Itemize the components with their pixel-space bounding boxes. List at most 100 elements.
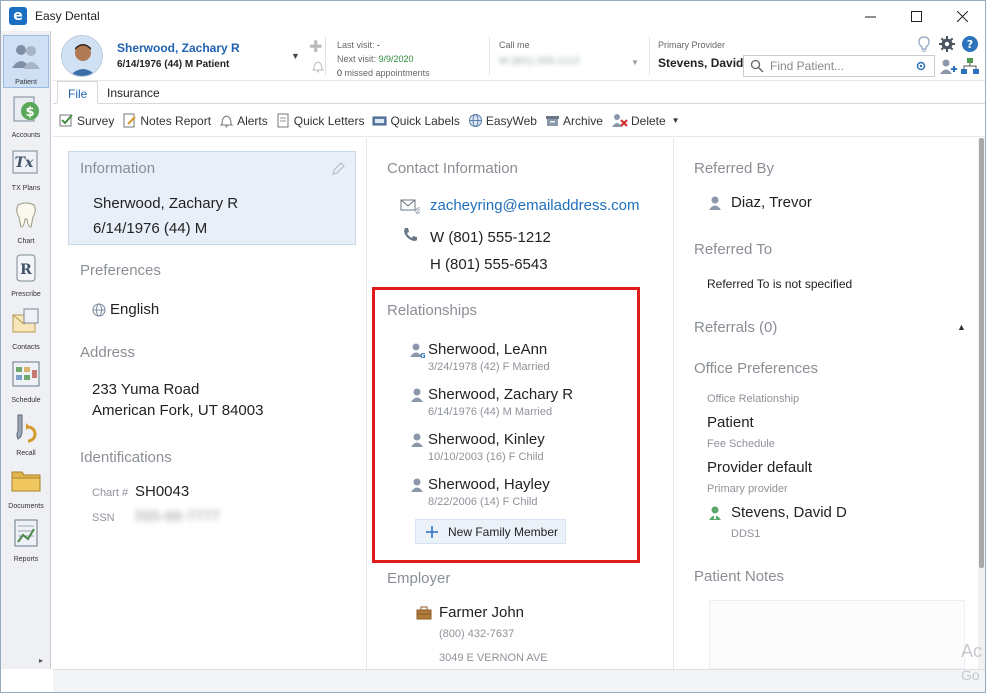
search-icon bbox=[750, 59, 764, 73]
header-divider bbox=[649, 37, 650, 75]
nav-contacts[interactable]: Contacts bbox=[3, 301, 49, 354]
close-button[interactable] bbox=[939, 1, 985, 31]
next-visit-value[interactable]: 9/9/2020 bbox=[379, 54, 414, 64]
left-nav: Patient $ Accounts Tx TX Plans Chart R P… bbox=[1, 31, 51, 669]
module-tabs: File Insurance bbox=[53, 81, 985, 104]
app-window: e Easy Dental Patient $ Accounts Tx TX P… bbox=[0, 0, 986, 693]
nav-label: Recall bbox=[16, 450, 36, 457]
information-title: Information bbox=[80, 160, 156, 177]
plus-icon bbox=[426, 525, 438, 538]
email-link[interactable]: zacheyring@emailaddress.com bbox=[430, 197, 639, 214]
patient-notes-area[interactable] bbox=[709, 600, 965, 669]
quick-letters-button[interactable]: Quick Letters bbox=[276, 113, 364, 128]
referred-to-value: Referred To is not specified bbox=[707, 277, 853, 291]
nav-label: TX Plans bbox=[11, 185, 41, 192]
help-icon[interactable]: ? bbox=[959, 35, 981, 53]
edit-pencil-icon[interactable] bbox=[331, 162, 345, 176]
family-member-name[interactable]: Sherwood, LeAnn bbox=[428, 341, 547, 358]
home-phone: H (801) 555-6543 bbox=[430, 256, 548, 273]
nav-recall[interactable]: Recall bbox=[3, 407, 49, 460]
patient-notes-title: Patient Notes bbox=[694, 568, 785, 585]
bell-icon bbox=[219, 115, 234, 128]
nav-tx-plans[interactable]: Tx TX Plans bbox=[3, 142, 49, 195]
add-patient-icon[interactable] bbox=[937, 57, 959, 77]
call-me-select[interactable]: W (801) 555-1212 bbox=[499, 56, 641, 74]
new-family-member-label: New Family Member bbox=[448, 524, 559, 539]
work-phone: W (801) 555-1212 bbox=[430, 229, 551, 246]
toolbar: Survey Notes Report Alerts Quick Letters… bbox=[53, 105, 985, 137]
nav-prescribe[interactable]: R Prescribe bbox=[3, 248, 49, 301]
nav-label: Chart bbox=[17, 238, 35, 245]
family-tree-icon[interactable] bbox=[959, 57, 981, 77]
bell-icon[interactable] bbox=[311, 59, 325, 73]
tab-insurance[interactable]: Insurance bbox=[97, 81, 170, 104]
briefcase-icon bbox=[416, 606, 432, 620]
last-visit-value: - bbox=[377, 40, 381, 50]
quick-labels-button[interactable]: Quick Labels bbox=[372, 113, 460, 128]
office-relationship-value: Patient bbox=[707, 414, 754, 431]
delete-button[interactable]: Delete ▼ bbox=[611, 113, 680, 128]
patient-name-link[interactable]: Sherwood, Zachary R bbox=[117, 41, 240, 55]
nav-label: Prescribe bbox=[11, 291, 41, 298]
information-card[interactable]: Information Sherwood, Zachary R 6/14/197… bbox=[68, 151, 356, 245]
nav-accounts[interactable]: $ Accounts bbox=[3, 89, 49, 142]
nav-reports[interactable]: Reports bbox=[3, 513, 49, 566]
easyweb-button[interactable]: EasyWeb bbox=[468, 113, 537, 128]
nav-schedule[interactable]: Schedule bbox=[3, 354, 49, 407]
maximize-icon bbox=[910, 10, 922, 22]
employer-title: Employer bbox=[387, 570, 451, 587]
nav-documents[interactable]: Documents bbox=[3, 460, 49, 513]
patient-dropdown-icon[interactable]: ▼ bbox=[291, 51, 300, 61]
vertical-scrollbar[interactable] bbox=[978, 138, 985, 669]
next-visit-label: Next visit: bbox=[337, 54, 377, 64]
referred-by-name[interactable]: Diaz, Trevor bbox=[731, 194, 812, 211]
find-patient-input[interactable] bbox=[770, 59, 900, 73]
ssn-value: 555-66-7777 bbox=[135, 508, 221, 525]
patient-avatar[interactable] bbox=[61, 35, 103, 77]
patient-search-options-icon[interactable] bbox=[914, 59, 928, 73]
lightbulb-icon[interactable] bbox=[913, 35, 935, 53]
recall-icon bbox=[16, 414, 37, 443]
notes-report-icon bbox=[123, 113, 137, 128]
information-name: Sherwood, Zachary R bbox=[93, 195, 239, 212]
svg-text:$: $ bbox=[25, 105, 34, 120]
checkbox-check-icon bbox=[59, 114, 73, 127]
missed-label: missed appointments bbox=[344, 68, 430, 78]
family-member-name[interactable]: Sherwood, Kinley bbox=[428, 431, 545, 448]
nav-expand-icon[interactable]: ▸ bbox=[39, 656, 43, 665]
primary-provider-label: Primary Provider bbox=[658, 40, 726, 50]
archive-button[interactable]: Archive bbox=[545, 113, 603, 128]
gear-icon[interactable] bbox=[935, 35, 959, 53]
avatar-icon bbox=[62, 36, 102, 76]
information-dob: 6/14/1976 (44) M bbox=[93, 220, 208, 237]
family-member-name[interactable]: Sherwood, Hayley bbox=[428, 476, 550, 493]
top-right-icons: ? bbox=[913, 35, 981, 53]
svg-text:@: @ bbox=[415, 206, 420, 214]
family-member-name[interactable]: Sherwood, Zachary R bbox=[428, 386, 573, 403]
tab-file[interactable]: File bbox=[57, 81, 99, 104]
find-patient-box[interactable] bbox=[743, 55, 935, 77]
collapse-referrals-icon[interactable]: ▲ bbox=[957, 322, 966, 332]
maximize-button[interactable] bbox=[893, 1, 939, 31]
prescribe-icon: R bbox=[16, 254, 36, 282]
email-icon: @ bbox=[400, 199, 420, 214]
nav-chart[interactable]: Chart bbox=[3, 195, 49, 248]
chart-number-label: Chart # bbox=[92, 487, 129, 499]
globe-icon bbox=[92, 303, 106, 317]
alerts-button[interactable]: Alerts bbox=[219, 113, 268, 128]
identifications-title: Identifications bbox=[80, 449, 172, 466]
call-me-dropdown-icon[interactable]: ▼ bbox=[631, 58, 639, 67]
notes-report-label: Notes Report bbox=[140, 113, 212, 128]
notes-report-button[interactable]: Notes Report bbox=[122, 113, 211, 128]
add-appointment-icon[interactable]: ✚ bbox=[309, 37, 322, 57]
minimize-button[interactable] bbox=[847, 1, 893, 31]
primary-provider-name[interactable]: Stevens, David D bbox=[731, 504, 847, 521]
survey-button[interactable]: Survey bbox=[59, 113, 114, 128]
svg-text:G: G bbox=[420, 352, 425, 358]
guarantor-person-icon: G bbox=[410, 343, 425, 358]
nav-patient[interactable]: Patient bbox=[3, 35, 49, 88]
scrollbar-thumb[interactable] bbox=[979, 138, 984, 568]
delete-dropdown-icon[interactable]: ▼ bbox=[672, 116, 680, 125]
label-icon bbox=[372, 116, 387, 126]
new-family-member-button[interactable]: New Family Member bbox=[415, 519, 566, 544]
